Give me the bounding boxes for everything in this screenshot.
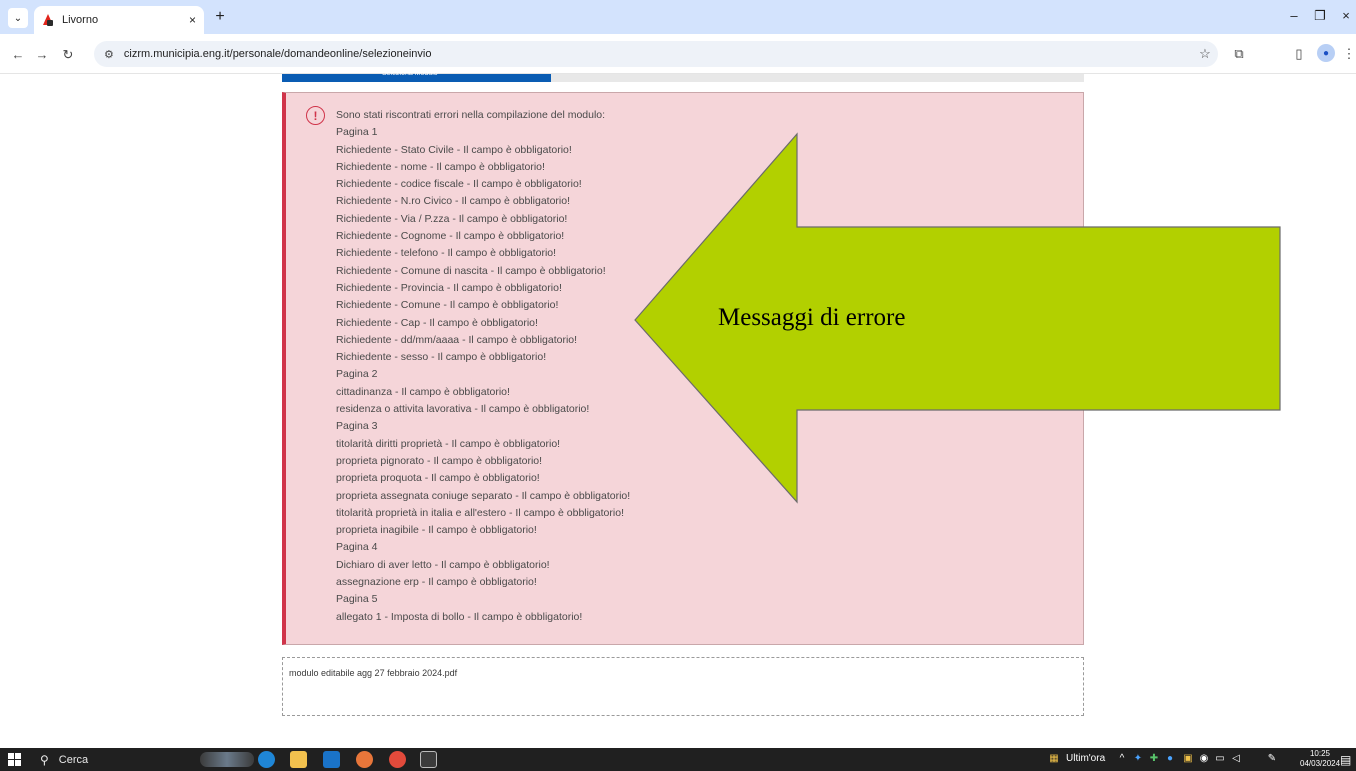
error-message: Richiedente - Cap - Il campo è obbligato… bbox=[336, 316, 538, 329]
tab-close-icon[interactable]: × bbox=[189, 13, 196, 27]
close-window-button[interactable]: × bbox=[1336, 8, 1356, 23]
error-icon: ! bbox=[306, 106, 325, 125]
arrow-label: Messaggi di errore bbox=[718, 304, 906, 331]
notification-icon[interactable]: ▤ bbox=[1340, 753, 1351, 767]
restore-button[interactable]: ❐ bbox=[1310, 8, 1330, 24]
error-message: Richiedente - Via / P.zza - Il campo è o… bbox=[336, 212, 568, 225]
error-page-heading: Pagina 5 bbox=[336, 593, 378, 606]
error-message: Richiedente - sesso - Il campo è obbliga… bbox=[336, 351, 547, 364]
error-message: cittadinanza - Il campo è obbligatorio! bbox=[336, 385, 510, 398]
clock[interactable]: 10:25 04/03/2024 bbox=[1300, 749, 1340, 769]
file-dropzone[interactable]: modulo editabile agg 27 febbraio 2024.pd… bbox=[282, 657, 1084, 716]
progress-label: Seleziona Modulo bbox=[382, 70, 438, 77]
volume-icon[interactable]: ◁ bbox=[1230, 753, 1242, 764]
error-message: Dichiaro di aver letto - Il campo è obbl… bbox=[336, 558, 550, 571]
error-message: proprieta assegnata coniuge separato - I… bbox=[336, 489, 631, 502]
sidebar-icon[interactable]: ▯ bbox=[1290, 46, 1308, 62]
error-message: proprieta proquota - Il campo è obbligat… bbox=[336, 472, 540, 485]
omnibox[interactable]: ⚙ cizrm.municipia.eng.it/personale/doman… bbox=[94, 41, 1218, 67]
windows-start-icon[interactable] bbox=[8, 753, 21, 766]
minimize-button[interactable]: – bbox=[1284, 8, 1304, 23]
error-message: titolarità proprietà in italia e all'est… bbox=[336, 506, 624, 519]
error-message: Richiedente - dd/mm/aaaa - Il campo è ob… bbox=[336, 333, 578, 346]
error-page-heading: Pagina 3 bbox=[336, 420, 378, 433]
clock-time: 10:25 bbox=[1309, 749, 1331, 758]
news-icon[interactable]: ▦ bbox=[1048, 753, 1060, 764]
reload-icon[interactable]: ↻ bbox=[60, 47, 76, 63]
livorno-logo-icon bbox=[42, 14, 54, 26]
weather-image[interactable] bbox=[200, 752, 254, 767]
tray-app-icon[interactable]: ◉ bbox=[1198, 753, 1210, 764]
tab-search-chevron-down-icon[interactable]: ⌄ bbox=[8, 8, 28, 28]
star-icon[interactable]: ☆ bbox=[1196, 46, 1214, 62]
tray-app-icon[interactable]: ✦ bbox=[1132, 753, 1144, 764]
file-name[interactable]: modulo editabile agg 27 febbraio 2024.pd… bbox=[289, 668, 457, 678]
error-message: Richiedente - codice fiscale - Il campo … bbox=[336, 178, 582, 191]
tray-app-icon[interactable]: ● bbox=[1164, 753, 1176, 764]
address-toolbar: ← → ↻ ⚙ cizrm.municipia.eng.it/personale… bbox=[0, 34, 1356, 74]
error-message: residenza o attivita lavorativa - Il cam… bbox=[336, 403, 590, 416]
back-icon[interactable]: ← bbox=[10, 47, 26, 62]
error-message: Richiedente - Provincia - Il campo è obb… bbox=[336, 281, 562, 294]
search-icon: ⚲ bbox=[40, 752, 49, 767]
progress-strip: Seleziona Modulo bbox=[282, 70, 1084, 82]
error-page-heading: Pagina 1 bbox=[336, 126, 378, 139]
news-label[interactable]: Ultim'ora bbox=[1066, 753, 1105, 764]
error-message: assegnazione erp - Il campo è obbligator… bbox=[336, 576, 537, 589]
outlook-icon[interactable] bbox=[323, 751, 340, 768]
url-text[interactable]: cizrm.municipia.eng.it/personale/domande… bbox=[124, 48, 432, 60]
error-list: Sono stati riscontrati errori nella comp… bbox=[336, 107, 630, 626]
error-page-heading: Pagina 2 bbox=[336, 368, 378, 381]
error-alert: ! Sono stati riscontrati errori nella co… bbox=[282, 92, 1084, 645]
firefox-icon[interactable] bbox=[356, 751, 373, 768]
profile-icon[interactable]: ● bbox=[1317, 44, 1335, 62]
network-icon[interactable]: ▭ bbox=[1214, 753, 1226, 764]
file-explorer-icon[interactable] bbox=[290, 751, 307, 768]
error-message: proprieta pignorato - Il campo è obbliga… bbox=[336, 454, 543, 467]
chrome-icon[interactable] bbox=[389, 751, 406, 768]
taskbar: ⚲ Cerca ▦ Ultim'ora ^ ✦ ✚ ● ▣ ◉ ▭ ◁ ✎ 10… bbox=[0, 748, 1356, 771]
tab-title: Livorno bbox=[62, 14, 99, 26]
error-message: titolarità diritti proprietà - Il campo … bbox=[336, 437, 561, 450]
error-message: proprieta inagibile - Il campo è obbliga… bbox=[336, 524, 537, 537]
tab-bar: ⌄ Livorno × + – ❐ × bbox=[0, 0, 1356, 34]
forward-icon[interactable]: → bbox=[34, 47, 50, 62]
pen-icon[interactable]: ✎ bbox=[1266, 753, 1278, 764]
error-message: Richiedente - Comune - Il campo è obblig… bbox=[336, 299, 559, 312]
clock-date: 04/03/2024 bbox=[1300, 759, 1341, 768]
tray-app-icon[interactable]: ▣ bbox=[1182, 753, 1194, 764]
search-label: Cerca bbox=[58, 753, 89, 766]
error-message: Richiedente - telefono - Il campo è obbl… bbox=[336, 247, 557, 260]
progress-fill: Seleziona Modulo bbox=[282, 70, 551, 82]
browser-tab[interactable]: Livorno × bbox=[34, 6, 204, 34]
notepad-icon[interactable] bbox=[420, 751, 437, 768]
error-message: Richiedente - nome - Il campo è obbligat… bbox=[336, 160, 545, 173]
more-icon[interactable]: ⋮ bbox=[1340, 46, 1356, 62]
new-tab-button[interactable]: + bbox=[210, 8, 230, 26]
error-message: Richiedente - Stato Civile - Il campo è … bbox=[336, 143, 572, 156]
error-message: Richiedente - N.ro Civico - Il campo è o… bbox=[336, 195, 571, 208]
tray-app-icon[interactable]: ✚ bbox=[1148, 753, 1160, 764]
extensions-icon[interactable]: ⧉ bbox=[1230, 46, 1248, 62]
taskbar-search[interactable]: ⚲ Cerca bbox=[40, 751, 220, 768]
error-message: allegato 1 - Imposta di bollo - Il campo… bbox=[336, 610, 583, 623]
error-message: Sono stati riscontrati errori nella comp… bbox=[336, 109, 606, 121]
error-page-heading: Pagina 4 bbox=[336, 541, 378, 554]
site-info-icon[interactable]: ⚙ bbox=[104, 48, 114, 61]
error-message: Richiedente - Cognome - Il campo è obbli… bbox=[336, 230, 565, 243]
error-message: Richiedente - Comune di nascita - Il cam… bbox=[336, 264, 606, 277]
edge-icon[interactable] bbox=[258, 751, 275, 768]
chevron-up-icon[interactable]: ^ bbox=[1116, 753, 1128, 764]
